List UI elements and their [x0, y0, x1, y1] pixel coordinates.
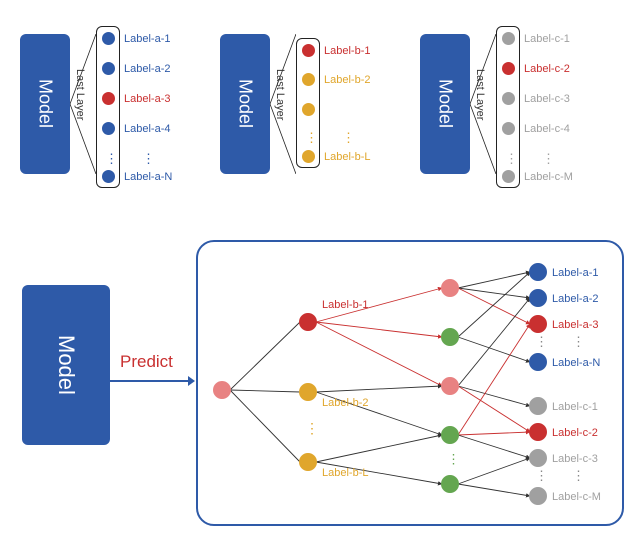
output-label: Label-b-1	[324, 45, 370, 57]
vdots: ⋮	[505, 151, 518, 167]
lastlayer-label-c: Last Layer	[474, 69, 486, 120]
output-node	[102, 92, 115, 105]
model-label: Model	[53, 335, 79, 395]
output-node	[502, 122, 515, 135]
output-label: Label-b-2	[324, 74, 370, 86]
svg-text:Label-a-N: Label-a-N	[552, 357, 600, 369]
output-label: Label-a-N	[124, 171, 172, 183]
svg-text:Label-a-3: Label-a-3	[552, 319, 598, 331]
svg-text:Label-b-2: Label-b-2	[322, 397, 368, 409]
model-label: Model	[35, 79, 56, 128]
lastlayer-label-a: Last Layer	[74, 69, 86, 120]
predict-label: Predict	[120, 352, 173, 372]
svg-text:Label-c-3: Label-c-3	[552, 453, 598, 465]
model-block-c: Model	[420, 34, 470, 174]
output-node	[102, 62, 115, 75]
output-node	[102, 170, 115, 183]
output-label: Label-a-2	[124, 63, 170, 75]
model-block-bottom: Model	[22, 285, 110, 445]
top-panel-b: Model Last Layer Label-b-1 Label-b-2 ⋮ ⋮ Lab…	[220, 14, 405, 214]
model-block-b: Model	[220, 34, 270, 174]
output-label: Label-c-4	[524, 123, 570, 135]
output-node	[502, 92, 515, 105]
top-panel-a: Model Last Layer Label-a-1 Label-a-2 Label…	[20, 14, 205, 214]
output-label: Label-c-2	[524, 63, 570, 75]
output-node	[302, 103, 315, 116]
vdots: ⋮	[305, 130, 318, 146]
output-node	[102, 32, 115, 45]
output-label: Label-a-1	[124, 33, 170, 45]
output-label: Label-c-1	[524, 33, 570, 45]
output-node	[302, 44, 315, 57]
svg-text:Label-a-1: Label-a-1	[552, 267, 598, 279]
vdots-label: ⋮	[142, 151, 155, 167]
svg-text:⋮: ⋮	[572, 468, 585, 483]
output-label: Label-c-3	[524, 93, 570, 105]
output-node	[302, 150, 315, 163]
bottom-panel: Model Predict Label-b-1Label-b-2Label-b-…	[0, 230, 640, 540]
output-node	[502, 170, 515, 183]
svg-text:⋮: ⋮	[535, 334, 548, 349]
svg-text:⋮: ⋮	[447, 452, 460, 467]
vdots-label: ⋮	[542, 151, 555, 167]
svg-text:Label-c-1: Label-c-1	[552, 401, 598, 413]
lastlayer-label-b: Last Layer	[274, 69, 286, 120]
output-node	[502, 62, 515, 75]
svg-text:Label-c-M: Label-c-M	[552, 491, 601, 503]
model-label: Model	[435, 79, 456, 128]
svg-text:⋮: ⋮	[305, 420, 319, 436]
predict-arrow	[110, 375, 195, 387]
graph-panel: Label-b-1 Label-b-2 Label-b-L ⋮ ⋮ Label-a-1 La…	[196, 240, 624, 526]
top-panel-c: Model Last Layer Label-c-1 Label-c-2 Label…	[420, 14, 605, 214]
top-row: Model Last Layer Label-a-1 Label-a-2 Label…	[20, 14, 620, 214]
svg-text:Label-b-1: Label-b-1	[322, 299, 368, 311]
svg-text:⋮: ⋮	[535, 468, 548, 483]
output-label: Label-a-3	[124, 93, 170, 105]
svg-text:Label-a-2: Label-a-2	[552, 293, 598, 305]
output-label: Label-b-L	[324, 151, 370, 163]
output-label: Label-a-4	[124, 123, 170, 135]
vdots-label: ⋮	[342, 130, 355, 146]
svg-text:⋮: ⋮	[572, 334, 585, 349]
svg-text:Label-c-2: Label-c-2	[552, 427, 598, 439]
output-label: Label-c-M	[524, 171, 573, 183]
model-block-a: Model	[20, 34, 70, 174]
model-label: Model	[235, 79, 256, 128]
vdots: ⋮	[105, 151, 118, 167]
output-node	[102, 122, 115, 135]
output-node	[502, 32, 515, 45]
graph-svg: Label-b-1 Label-b-2 Label-b-L ⋮ ⋮ Label-a-1 La…	[198, 242, 626, 528]
svg-text:Label-b-L: Label-b-L	[322, 467, 368, 479]
